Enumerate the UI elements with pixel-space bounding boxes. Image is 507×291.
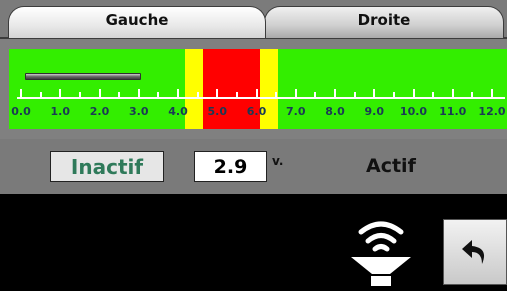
- gauge-tick: [491, 89, 493, 99]
- gauge-tick: [39, 92, 42, 99]
- gauge-tick: [334, 89, 336, 99]
- gauge-tick: [314, 92, 317, 99]
- gauge-tick: [59, 89, 62, 99]
- actif-label: Actif: [366, 155, 416, 177]
- gauge-indicator-bar: [25, 73, 141, 80]
- gauge-tick-label: 7.0: [286, 105, 306, 118]
- tab-gauche-label: Gauche: [105, 11, 169, 29]
- gauge-tick: [275, 92, 278, 99]
- voltage-value-field[interactable]: 2.9: [194, 151, 267, 182]
- tab-gauche[interactable]: Gauche: [8, 6, 266, 38]
- voltage-unit-label: v.: [272, 154, 284, 168]
- gauge-tick-label: 6.0: [246, 105, 267, 118]
- gauge-tick-label: 2.0: [89, 105, 110, 118]
- gauge-tick-label: 4.0: [168, 105, 188, 118]
- gauge-tick: [216, 89, 219, 99]
- gauge-tick: [235, 92, 238, 99]
- gauge-tick-label: 11.0: [439, 105, 467, 118]
- gauge-tick: [177, 89, 179, 99]
- tab-bar: Gauche Droite: [0, 0, 507, 39]
- gauge-tick-label: 0.0: [11, 105, 31, 118]
- gauge-tick: [255, 89, 258, 99]
- gauge-tick: [157, 92, 160, 99]
- bottom-bar: [0, 194, 507, 291]
- gauge-tick-label: 1.0: [50, 105, 71, 118]
- gauge-tick: [118, 92, 121, 99]
- back-arrow-icon: [462, 240, 485, 264]
- gauge-tick: [196, 92, 199, 99]
- gauge-tick: [432, 92, 435, 99]
- gauge-tick: [20, 89, 22, 99]
- gauge-tick: [412, 89, 415, 99]
- gauge-tick: [353, 92, 356, 99]
- gauge-tick: [294, 89, 297, 99]
- gauge-tick: [78, 92, 81, 99]
- gauge-scale: 0.0 1.0 2.0 3.0 4.0 5.0 6.0 7.0 8.0 9.0 10.0 11.0 12…: [9, 49, 507, 129]
- gauge-tick: [98, 89, 101, 99]
- gauge-tick: [451, 89, 454, 99]
- inactif-button[interactable]: Inactif: [50, 151, 164, 182]
- gauge-panel: 0.0 1.0 2.0 3.0 4.0 5.0 6.0 7.0 8.0 9.0 10.0 11.0 12…: [0, 39, 507, 139]
- gauge-tick-label: 10.0: [399, 105, 428, 118]
- gauge-tick-label: 3.0: [129, 105, 149, 118]
- speaker-wireless-icon[interactable]: [345, 214, 417, 286]
- gauge-tick-label: 5.0: [207, 105, 228, 118]
- gauge-tick-label: 12.0: [478, 105, 506, 118]
- status-row: Inactif 2.9 v. Actif: [0, 139, 507, 194]
- gauge-tick: [137, 89, 140, 99]
- tab-droite[interactable]: Droite: [264, 6, 504, 38]
- gauge-tick: [373, 89, 376, 99]
- gauge-tick: [392, 92, 395, 99]
- back-button[interactable]: [443, 219, 507, 285]
- gauge-tick-label: 8.0: [325, 105, 345, 118]
- tab-droite-label: Droite: [357, 11, 411, 29]
- gauge-tick: [471, 92, 474, 99]
- gauge-tick-label: 9.0: [364, 105, 385, 118]
